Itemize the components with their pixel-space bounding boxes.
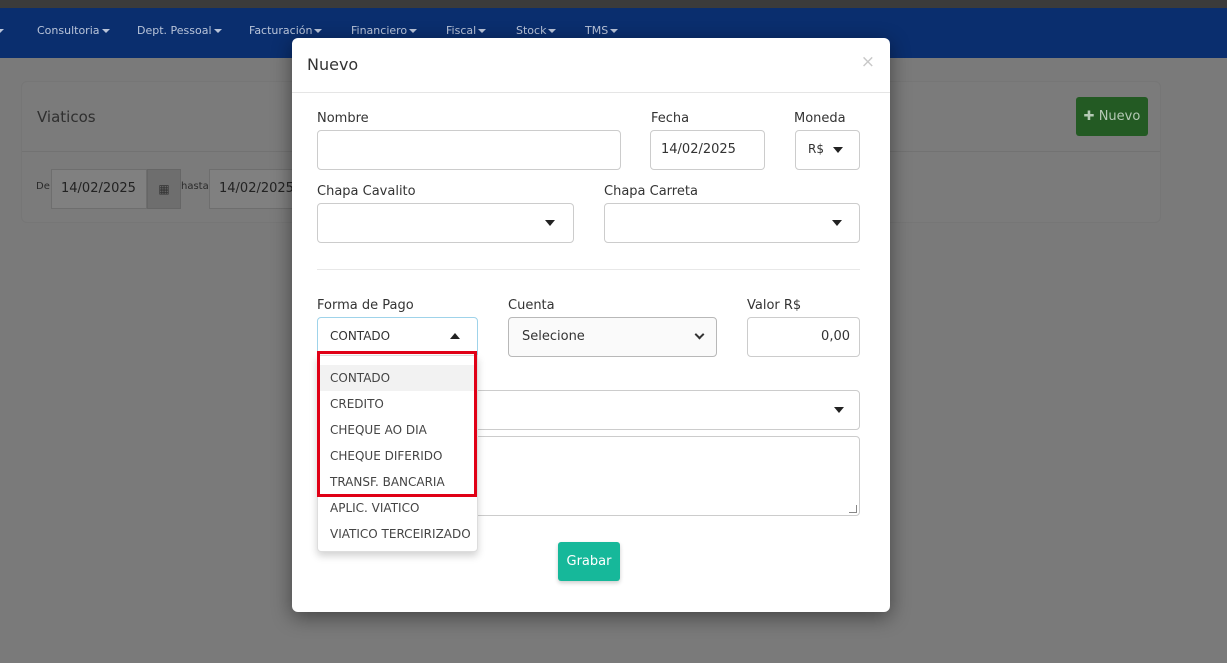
new-viatico-modal: Nuevo × Nombre Fecha 14/02/2025 Moneda R…	[292, 38, 890, 612]
nav-item-dept-pessoal[interactable]: Dept. Pessoal	[137, 24, 222, 37]
dropdown-option-cheque-diferido[interactable]: CHEQUE DIFERIDO	[318, 443, 477, 469]
chevron-down-icon	[548, 29, 557, 33]
nav-item-financiero[interactable]: Financiero	[351, 24, 418, 37]
caret-up-icon	[450, 333, 460, 339]
nombre-input[interactable]	[317, 130, 621, 170]
nav-item-tms[interactable]: TMS	[585, 24, 619, 37]
filter-from-label: De	[36, 181, 50, 192]
nav-item-label: Fiscal	[446, 24, 477, 37]
page-title: Viaticos	[37, 108, 96, 126]
nav-caret-overflow[interactable]	[0, 24, 4, 37]
caret-down-icon	[834, 407, 844, 413]
top-strip	[0, 0, 1227, 8]
cuenta-value: Selecione	[522, 329, 585, 344]
modal-header: Nuevo ×	[292, 38, 890, 93]
dropdown-option-cheque-ao-dia[interactable]: CHEQUE AO DIA	[318, 417, 477, 443]
nav-item-label: Facturación	[249, 24, 313, 37]
moneda-value: R$	[808, 142, 824, 156]
moneda-label: Moneda	[794, 111, 846, 126]
chevron-down-icon	[409, 29, 418, 33]
chevron-down-icon	[213, 29, 222, 33]
nav-item-stock[interactable]: Stock	[516, 24, 557, 37]
chapa-carreta-label: Chapa Carreta	[604, 184, 698, 199]
calendar-icon[interactable]: ▦	[147, 169, 181, 209]
new-button-label: Nuevo	[1098, 109, 1141, 124]
chevron-down-icon	[694, 329, 705, 340]
valor-input[interactable]: 0,00	[747, 317, 860, 357]
nav-item-label: Financiero	[351, 24, 408, 37]
chevron-down-icon	[101, 29, 110, 33]
caret-down-icon	[545, 220, 555, 226]
filter-to-label: hasta	[181, 181, 209, 192]
fecha-input[interactable]: 14/02/2025	[650, 130, 765, 170]
fecha-value: 14/02/2025	[661, 142, 736, 157]
nav-item-fiscal[interactable]: Fiscal	[446, 24, 487, 37]
nav-item-facturacion[interactable]: Facturación	[249, 24, 323, 37]
cuenta-select[interactable]: Selecione	[508, 317, 717, 357]
chapa-cavalito-select[interactable]	[317, 203, 574, 243]
resize-handle-icon[interactable]	[849, 505, 857, 513]
grabar-button[interactable]: Grabar	[558, 542, 620, 581]
chevron-down-icon	[314, 29, 323, 33]
dropdown-option-contado[interactable]: CONTADO	[318, 365, 477, 391]
dropdown-option-aplic-viatico[interactable]: APLIC. VIATICO	[318, 495, 477, 521]
nav-item-consultoria[interactable]: Consultoria	[37, 24, 110, 37]
forma-pago-dropdown: CONTADO CREDITO CHEQUE AO DIA CHEQUE DIF…	[317, 355, 478, 552]
close-icon[interactable]: ×	[861, 52, 875, 72]
dropdown-option-credito[interactable]: CREDITO	[318, 391, 477, 417]
caret-down-icon	[832, 220, 842, 226]
filter-from-input[interactable]: 14/02/2025	[51, 169, 147, 209]
new-button[interactable]: ✚ Nuevo	[1076, 97, 1148, 136]
moneda-select[interactable]: R$	[795, 130, 860, 170]
chapa-cavalito-label: Chapa Cavalito	[317, 184, 416, 199]
forma-pago-value: CONTADO	[330, 329, 391, 343]
chapa-carreta-select[interactable]	[604, 203, 860, 243]
cuenta-label: Cuenta	[508, 298, 555, 313]
forma-pago-label: Forma de Pago	[317, 298, 414, 313]
plus-icon: ✚	[1083, 109, 1099, 124]
forma-pago-select[interactable]: CONTADO	[317, 317, 478, 357]
dropdown-option-viatico-terceirizado[interactable]: VIATICO TERCEIRIZADO	[318, 521, 477, 547]
nav-item-label: Stock	[516, 24, 547, 37]
caret-down-icon	[833, 147, 843, 153]
section-divider	[317, 269, 860, 270]
chevron-down-icon	[610, 29, 619, 33]
modal-title: Nuevo	[307, 55, 359, 74]
nav-item-label: Dept. Pessoal	[137, 24, 212, 37]
filter-to-input[interactable]: 14/02/2025	[209, 169, 294, 209]
nav-item-label: Consultoria	[37, 24, 100, 37]
nav-item-label: TMS	[585, 24, 609, 37]
valor-label: Valor R$	[747, 298, 802, 313]
nombre-label: Nombre	[317, 111, 369, 126]
dropdown-option-transf-bancaria[interactable]: TRANSF. BANCARIA	[318, 469, 477, 495]
valor-value: 0,00	[821, 329, 850, 344]
chevron-down-icon	[478, 29, 487, 33]
fecha-label: Fecha	[651, 111, 690, 126]
